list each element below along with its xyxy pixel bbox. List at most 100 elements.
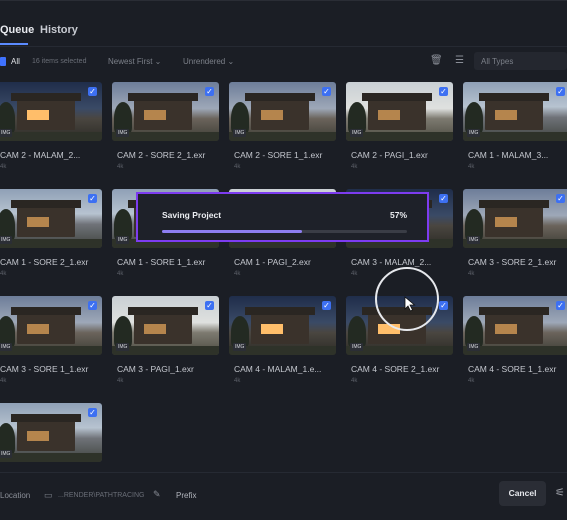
status-filter-dropdown[interactable]: Unrendered ⌄ <box>183 57 234 66</box>
file-type-badge: IMG <box>350 129 364 137</box>
file-name: CAM 1 - MALAM_3... <box>468 150 549 160</box>
item-checkbox[interactable]: ✓ <box>556 87 565 96</box>
bottom-bar: Location ▭ ...RENDER\PATHTRACING ✎ Prefi… <box>0 472 567 520</box>
house-shape <box>11 414 81 451</box>
ground-shape <box>0 132 102 141</box>
render-item[interactable]: ✓ IMG CAM 3 - SORE 2_1.exr 4k <box>463 189 567 284</box>
item-checkbox[interactable]: ✓ <box>88 301 97 310</box>
file-resolution: 4k <box>351 164 358 170</box>
mouse-pointer-icon <box>404 296 416 312</box>
render-item[interactable]: ✓ IMG CAM 2 - MALAM_2... 4k <box>0 82 102 177</box>
house-shape <box>245 93 315 130</box>
item-checkbox[interactable]: ✓ <box>322 301 331 310</box>
file-resolution: 4k <box>117 378 124 384</box>
render-thumbnail[interactable]: ✓ IMG <box>229 296 336 355</box>
item-checkbox[interactable]: ✓ <box>205 87 214 96</box>
folder-icon[interactable]: ▭ <box>44 490 53 501</box>
prefix-label[interactable]: Prefix <box>176 491 196 500</box>
file-type-badge: IMG <box>350 343 364 351</box>
render-thumbnail[interactable]: ✓ IMG <box>0 82 102 141</box>
file-name: CAM 2 - MALAM_2... <box>0 150 81 160</box>
render-thumbnail[interactable]: ✓ IMG <box>0 403 102 462</box>
render-item[interactable]: ✓ IMG CAM 2 - PAGI_1.exr 4k <box>346 82 453 177</box>
select-all-label[interactable]: All <box>11 57 20 66</box>
file-resolution: 4k <box>0 271 7 277</box>
progress-track <box>162 230 407 233</box>
sort-dropdown[interactable]: Newest First ⌄ <box>108 57 161 66</box>
file-name: CAM 3 - SORE 1_1.exr <box>0 364 89 374</box>
file-name: CAM 2 - SORE 2_1.exr <box>117 150 206 160</box>
item-checkbox[interactable]: ✓ <box>88 87 97 96</box>
item-checkbox[interactable]: ✓ <box>556 301 565 310</box>
item-checkbox[interactable]: ✓ <box>88 408 97 417</box>
item-checkbox[interactable]: ✓ <box>556 194 565 203</box>
item-checkbox[interactable]: ✓ <box>439 301 448 310</box>
ground-shape <box>0 453 102 462</box>
tab-queue[interactable]: Queue <box>0 24 34 36</box>
file-type-badge: IMG <box>116 343 130 351</box>
item-checkbox[interactable]: ✓ <box>205 301 214 310</box>
render-thumbnail[interactable]: ✓ IMG <box>229 82 336 141</box>
select-all-checkbox[interactable] <box>0 57 6 66</box>
file-type-badge: IMG <box>0 236 13 244</box>
render-item[interactable]: ✓ IMG CAM 1 - MALAM_3... 4k <box>463 82 567 177</box>
settings-sliders-icon[interactable]: ⚟ <box>555 486 565 499</box>
render-item[interactable]: ✓ IMG CAM 1 - SORE 2_1.exr 4k <box>0 189 102 284</box>
house-shape <box>245 307 315 344</box>
render-thumbnail[interactable]: ✓ IMG <box>463 189 567 248</box>
house-shape <box>128 93 198 130</box>
render-thumbnail[interactable]: ✓ IMG <box>0 189 102 248</box>
render-item[interactable]: ✓ IMG CAM 3 - PAGI_1.exr 4k <box>112 296 219 391</box>
file-type-badge: IMG <box>116 129 130 137</box>
house-shape <box>11 307 81 344</box>
file-type-badge: IMG <box>467 236 481 244</box>
cancel-button[interactable]: Cancel <box>499 481 546 506</box>
render-thumbnail[interactable]: ✓ IMG <box>112 296 219 355</box>
type-filter-dropdown[interactable]: All Types <box>474 52 567 70</box>
trash-icon[interactable]: 🗑 <box>430 55 443 66</box>
file-name: CAM 4 - MALAM_1.e... <box>234 364 322 374</box>
edit-path-icon[interactable]: ✎ <box>153 489 161 500</box>
list-view-icon[interactable]: ☰ <box>455 55 464 66</box>
file-resolution: 4k <box>117 164 124 170</box>
file-resolution: 4k <box>234 271 241 277</box>
house-shape <box>362 93 432 130</box>
house-shape <box>479 200 549 237</box>
house-shape <box>11 93 81 130</box>
render-thumbnail[interactable]: ✓ IMG <box>346 82 453 141</box>
file-resolution: 4k <box>234 164 241 170</box>
render-item[interactable]: ✓ IMG CAM 4 - SORE 1_1.exr 4k <box>463 296 567 391</box>
tabs-divider <box>0 46 567 47</box>
file-type-badge: IMG <box>0 129 13 137</box>
item-checkbox[interactable]: ✓ <box>439 87 448 96</box>
item-checkbox[interactable]: ✓ <box>88 194 97 203</box>
file-resolution: 4k <box>0 164 7 170</box>
file-type-badge: IMG <box>467 129 481 137</box>
file-resolution: 4k <box>0 378 7 384</box>
file-name: CAM 4 - SORE 2_1.exr <box>351 364 440 374</box>
render-thumbnail[interactable]: ✓ IMG <box>463 296 567 355</box>
render-thumbnail[interactable]: ✓ IMG <box>0 296 102 355</box>
tab-history[interactable]: History <box>40 24 78 36</box>
file-resolution: 4k <box>468 378 475 384</box>
file-type-badge: IMG <box>467 343 481 351</box>
render-thumbnail[interactable]: ✓ IMG <box>463 82 567 141</box>
file-name: CAM 3 - MALAM_2... <box>351 257 432 267</box>
item-checkbox[interactable]: ✓ <box>322 87 331 96</box>
file-resolution: 4k <box>351 378 358 384</box>
file-resolution: 4k <box>117 271 124 277</box>
file-type-badge: IMG <box>233 343 247 351</box>
file-name: CAM 1 - SORE 2_1.exr <box>0 257 89 267</box>
progress-title: Saving Project <box>162 210 222 220</box>
render-item[interactable]: ✓ IMG CAM 3 - SORE 1_1.exr 4k <box>0 296 102 391</box>
render-item[interactable]: ✓ IMG CAM 2 - SORE 1_1.exr 4k <box>229 82 336 177</box>
ground-shape <box>0 239 102 248</box>
render-item[interactable]: ✓ IMG CAM 2 - SORE 2_1.exr 4k <box>112 82 219 177</box>
item-checkbox[interactable]: ✓ <box>439 194 448 203</box>
selection-count: 16 items selected <box>32 58 87 65</box>
render-item[interactable]: ✓ IMG CAM 4 - MALAM_1.e... 4k <box>229 296 336 391</box>
file-resolution: 4k <box>351 271 358 277</box>
output-path[interactable]: ...RENDER\PATHTRACING <box>58 492 144 499</box>
file-name: CAM 3 - SORE 2_1.exr <box>468 257 557 267</box>
render-thumbnail[interactable]: ✓ IMG <box>112 82 219 141</box>
